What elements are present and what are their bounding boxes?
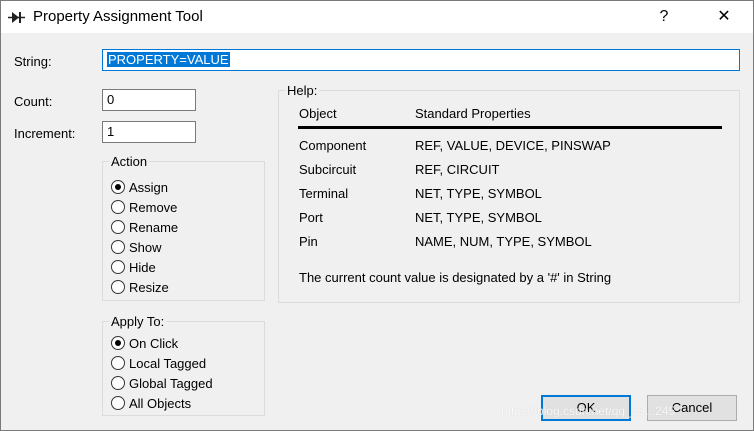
help-button[interactable]: ?	[641, 1, 687, 33]
help-header-object: Object	[299, 106, 337, 121]
radio-selected-icon	[111, 336, 125, 350]
radio-on-click[interactable]: On Click	[111, 334, 178, 352]
string-value: PROPERTY=VALUE	[107, 52, 230, 67]
help-row-properties: REF, VALUE, DEVICE, PINSWAP	[415, 138, 611, 153]
ok-button[interactable]: OK	[541, 395, 631, 421]
help-header-properties: Standard Properties	[415, 106, 531, 121]
help-row-properties: NAME, NUM, TYPE, SYMBOL	[415, 234, 592, 249]
close-button[interactable]: ✕	[701, 1, 747, 33]
diode-icon	[8, 12, 25, 23]
radio-label: Remove	[129, 199, 178, 215]
action-legend: Action	[111, 154, 148, 169]
radio-show[interactable]: Show	[111, 238, 162, 256]
help-row-object: Pin	[299, 234, 318, 249]
radio-remove[interactable]: Remove	[111, 198, 177, 216]
radio-icon	[111, 220, 125, 234]
radio-label: Rename	[129, 219, 179, 235]
radio-icon	[111, 396, 125, 410]
window-title: Property Assignment Tool	[33, 8, 203, 25]
radio-label: On Click	[129, 335, 179, 351]
radio-label: Assign	[129, 179, 169, 195]
help-row-object: Subcircuit	[299, 162, 357, 177]
radio-assign[interactable]: Assign	[111, 178, 168, 196]
apply-to-legend: Apply To:	[111, 314, 165, 329]
count-label: Count:	[14, 94, 53, 109]
help-row-properties: REF, CIRCUIT	[415, 162, 500, 177]
help-row-object: Component	[299, 138, 367, 153]
radio-label: Global Tagged	[129, 375, 213, 391]
help-row-object: Port	[299, 210, 323, 225]
radio-global-tagged[interactable]: Global Tagged	[111, 374, 213, 392]
radio-icon	[111, 260, 125, 274]
radio-label: All Objects	[129, 395, 192, 411]
radio-icon	[111, 200, 125, 214]
radio-label: Show	[129, 239, 162, 255]
help-legend: Help:	[287, 83, 318, 98]
radio-icon	[111, 240, 125, 254]
string-input[interactable]: PROPERTY=VALUE	[102, 49, 740, 71]
radio-hide[interactable]: Hide	[111, 258, 156, 276]
help-row-object: Terminal	[299, 186, 349, 201]
increment-label: Increment:	[14, 126, 76, 141]
title-bar: Property Assignment Tool ? ✕	[1, 1, 753, 33]
radio-selected-icon	[111, 180, 125, 194]
radio-icon	[111, 280, 125, 294]
increment-input[interactable]: 1	[102, 121, 196, 143]
radio-icon	[111, 376, 125, 390]
radio-icon	[111, 356, 125, 370]
radio-label: Hide	[129, 259, 156, 275]
radio-label: Resize	[129, 279, 169, 295]
cancel-button[interactable]: Cancel	[647, 395, 737, 421]
property-assignment-dialog: Property Assignment Tool ? ✕ String: PRO…	[0, 0, 754, 431]
radio-all-objects[interactable]: All Objects	[111, 394, 191, 412]
count-input[interactable]: 0	[102, 89, 196, 111]
radio-resize[interactable]: Resize	[111, 278, 169, 296]
help-row-properties: NET, TYPE, SYMBOL	[415, 210, 542, 225]
radio-label: Local Tagged	[129, 355, 207, 371]
help-note: The current count value is designated by…	[299, 270, 612, 285]
help-row-properties: NET, TYPE, SYMBOL	[415, 186, 542, 201]
radio-rename[interactable]: Rename	[111, 218, 178, 236]
radio-local-tagged[interactable]: Local Tagged	[111, 354, 206, 372]
string-label: String:	[14, 54, 52, 69]
help-divider	[298, 126, 722, 129]
